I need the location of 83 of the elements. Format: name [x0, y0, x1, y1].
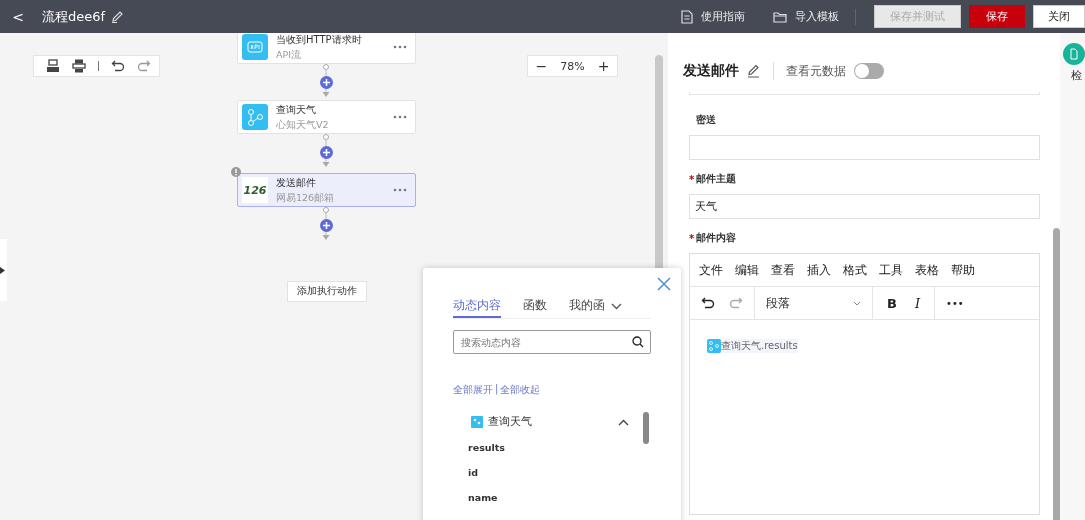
node-subtitle: 心知天气V2 [276, 118, 330, 132]
chevron-icon[interactable] [618, 418, 629, 426]
caret-icon [853, 300, 861, 306]
panel-title: 发送邮件 [683, 62, 739, 80]
node-title: 当收到HTTP请求时 [276, 33, 363, 47]
tree-group[interactable]: 查询天气 [453, 413, 651, 431]
header-button[interactable]: 关闭 [1033, 5, 1085, 28]
tree-item[interactable]: id [453, 464, 651, 481]
more-button[interactable]: ••• [935, 287, 975, 319]
nodes-icon [242, 104, 268, 130]
node-add-icon[interactable] [46, 59, 60, 73]
scrollbar[interactable] [1053, 228, 1060, 520]
undo-icon[interactable] [701, 296, 715, 310]
tree-group-label: 查询天气 [488, 415, 533, 429]
metadata-label: 查看元数据 [786, 62, 846, 80]
chevron-down-icon[interactable] [611, 302, 622, 310]
nodes-icon [707, 339, 721, 353]
link-separator: | [495, 383, 499, 397]
scrollbar[interactable] [643, 412, 649, 444]
italic-button[interactable]: I [905, 295, 930, 311]
header-button[interactable]: 保存 [969, 5, 1025, 28]
menu-item[interactable]: 文件 [693, 261, 729, 279]
search-field[interactable]: 搜索动态内容 [453, 330, 651, 354]
expand-arrow-icon[interactable] [0, 266, 5, 274]
back-button[interactable]: < [8, 8, 28, 25]
menu-item[interactable]: 帮助 [945, 261, 981, 279]
mail-logo: 126 [242, 177, 268, 203]
more-icon[interactable] [393, 45, 407, 49]
field-label: 邮件内容 [696, 231, 736, 245]
menu-item[interactable]: 编辑 [729, 261, 765, 279]
folder-icon [773, 10, 787, 23]
redo-icon[interactable] [137, 59, 151, 73]
required-mark: * [689, 232, 694, 244]
bold-button[interactable]: B [878, 295, 906, 311]
flow-title: 流程dee6f [42, 7, 106, 26]
node-subtitle: API流 [276, 48, 303, 62]
menu-item[interactable]: 工具 [873, 261, 909, 279]
input-field[interactable] [689, 135, 1040, 160]
popup-tab[interactable]: 我的函 [569, 294, 605, 318]
metadata-toggle[interactable] [854, 63, 884, 79]
menu-item[interactable]: 插入 [801, 261, 837, 279]
popup-tab[interactable]: 动态内容 [453, 294, 501, 318]
header-link[interactable]: 使用指南 [681, 9, 745, 24]
node-title: 查询天气 [276, 102, 317, 117]
api-icon [242, 34, 268, 60]
add-step-icon[interactable] [320, 146, 333, 159]
variable-chip[interactable]: 查询天气.results [707, 339, 798, 353]
close-icon[interactable] [657, 277, 671, 291]
add-step-icon[interactable] [320, 76, 333, 89]
menu-item[interactable]: 查看 [765, 261, 801, 279]
document-icon [681, 9, 693, 24]
header-link[interactable]: 导入模板 [773, 9, 839, 24]
input-field[interactable]: 天气 [689, 194, 1040, 219]
collapse-tab[interactable] [0, 239, 7, 301]
side-tab-label[interactable]: 检 [1071, 68, 1085, 83]
add-step-icon[interactable] [320, 219, 333, 232]
collapse-all-link[interactable]: 全部收起 [500, 383, 541, 397]
add-action-button[interactable]: 添加执行动作 [287, 281, 367, 302]
tree-item[interactable]: results [453, 439, 651, 456]
expand-all-link[interactable]: 全部展开 [453, 383, 493, 397]
popup-tab[interactable]: 函数 [523, 294, 547, 318]
undo-icon[interactable] [111, 59, 125, 73]
zoom-level: 78% [560, 59, 585, 73]
nodes-icon [471, 416, 483, 428]
field-label: 邮件主题 [696, 172, 736, 186]
more-icon[interactable] [393, 115, 407, 119]
required-mark: * [689, 173, 694, 185]
block-format-dropdown[interactable]: 段落 [755, 287, 873, 319]
edit-icon[interactable] [111, 10, 125, 23]
flow-node[interactable]: 查询天气 心知天气V2 [237, 100, 416, 134]
flow-node[interactable]: 当收到HTTP请求时 API流 [237, 33, 416, 64]
field-label: 密送 [696, 113, 716, 127]
zoom-in-button[interactable]: + [595, 58, 612, 74]
menu-item[interactable]: 表格 [909, 261, 945, 279]
node-title: 发送邮件 [276, 175, 317, 190]
tree-item[interactable]: name [453, 489, 651, 506]
node-subtitle: 网易126邮箱 [276, 191, 336, 205]
more-icon[interactable] [393, 188, 407, 192]
search-icon[interactable] [632, 336, 644, 348]
document-icon[interactable] [1063, 43, 1085, 65]
edit-icon[interactable] [747, 64, 761, 78]
zoom-out-button[interactable]: − [533, 58, 550, 74]
menu-item[interactable]: 格式 [837, 261, 873, 279]
